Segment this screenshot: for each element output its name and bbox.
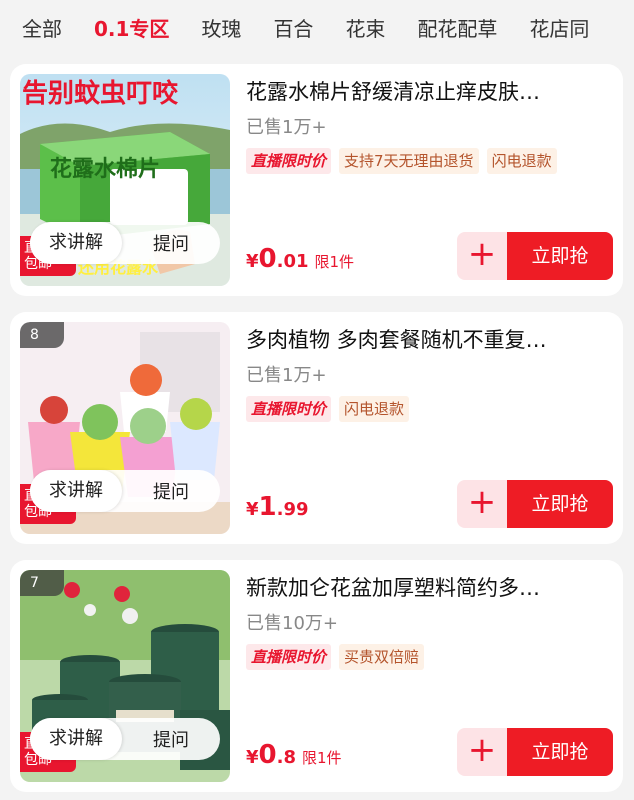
purchase-limit: 限1件 xyxy=(314,253,355,271)
product-card[interactable]: 7 直播 包邮 求讲解 提问 新款加仑花盆加厚塑料简约多… 已售10万+ 直播限… xyxy=(10,560,623,792)
fast-refund-tag: 闪电退款 xyxy=(339,396,410,422)
price: ¥ 0 .01 限1件 xyxy=(246,244,355,274)
product-info: 花露水棉片舒缓清凉止痒皮肤… 已售1万+ 直播限时价 支持7天无理由退货 闪电退… xyxy=(246,76,609,176)
add-to-cart-button[interactable]: + xyxy=(457,728,507,776)
purchase-limit: 限1件 xyxy=(302,749,342,767)
ask-question-button[interactable]: 提问 xyxy=(122,726,220,752)
buy-controls: + 立即抢 xyxy=(457,728,613,776)
product-card[interactable]: 8 直播 包邮 求讲解 提问 多肉植物 多肉套餐随机不重复… 已售1万+ 直播限… xyxy=(10,312,623,544)
rank-badge: 7 xyxy=(20,570,64,596)
add-to-cart-button[interactable]: + xyxy=(457,480,507,528)
tab-bouquet[interactable]: 花束 xyxy=(329,0,401,58)
fast-refund-tag: 闪电退款 xyxy=(486,148,557,174)
tab-lily[interactable]: 百合 xyxy=(257,0,329,58)
live-price-tag: 直播限时价 xyxy=(246,396,332,422)
sold-count: 已售1万+ xyxy=(246,365,327,386)
tab-florist[interactable]: 花店同 xyxy=(513,0,605,58)
tab-0.1-zone[interactable]: 0.1专区 xyxy=(78,0,185,58)
buy-now-button[interactable]: 立即抢 xyxy=(507,480,613,528)
tag-list: 直播限时价 闪电退款 xyxy=(246,396,609,424)
product-card[interactable]: 花露水棉片 告别蚊虫叮咬 还用花露水 直播 包邮 求讲解 提问 花露水棉片舒缓清… xyxy=(10,64,623,296)
ask-explain-pill: 求讲解 提问 xyxy=(30,222,220,264)
rank-badge: 8 xyxy=(20,322,64,348)
ask-question-button[interactable]: 提问 xyxy=(122,478,220,504)
product-title[interactable]: 新款加仑花盆加厚塑料简约多… xyxy=(246,572,606,604)
product-image[interactable]: 7 直播 包邮 求讲解 提问 xyxy=(20,570,230,782)
tab-all[interactable]: 全部 xyxy=(0,0,78,58)
buy-controls: + 立即抢 xyxy=(457,480,613,528)
thumb-banner-text: 告别蚊虫叮咬 xyxy=(22,79,179,109)
buy-controls: + 立即抢 xyxy=(457,232,613,280)
ask-explain-pill: 求讲解 提问 xyxy=(30,470,220,512)
buy-now-button[interactable]: 立即抢 xyxy=(507,728,613,776)
tab-filler-flowers[interactable]: 配花配草 xyxy=(401,0,513,58)
request-explain-button[interactable]: 求讲解 xyxy=(30,222,122,264)
request-explain-button[interactable]: 求讲解 xyxy=(30,470,122,512)
product-title[interactable]: 花露水棉片舒缓清凉止痒皮肤… xyxy=(246,76,606,108)
tab-rose[interactable]: 玫瑰 xyxy=(185,0,257,58)
product-info: 新款加仑花盆加厚塑料简约多… 已售10万+ 直播限时价 买贵双倍赔 xyxy=(246,572,609,672)
request-explain-button[interactable]: 求讲解 xyxy=(30,718,122,760)
live-price-tag: 直播限时价 xyxy=(246,148,332,174)
product-title[interactable]: 多肉植物 多肉套餐随机不重复… xyxy=(246,324,606,356)
price: ¥ 1 .99 xyxy=(246,492,309,522)
ask-question-button[interactable]: 提问 xyxy=(122,230,220,256)
product-info: 多肉植物 多肉套餐随机不重复… 已售1万+ 直播限时价 闪电退款 xyxy=(246,324,609,424)
return-policy-tag: 支持7天无理由退货 xyxy=(339,148,479,174)
add-to-cart-button[interactable]: + xyxy=(457,232,507,280)
sold-count: 已售10万+ xyxy=(246,613,338,634)
category-tabs: 全部 0.1专区 玫瑰 百合 花束 配花配草 花店同 xyxy=(0,0,634,58)
product-image[interactable]: 花露水棉片 告别蚊虫叮咬 还用花露水 直播 包邮 求讲解 提问 xyxy=(20,74,230,286)
ask-explain-pill: 求讲解 提问 xyxy=(30,718,220,760)
tag-list: 直播限时价 支持7天无理由退货 闪电退款 xyxy=(246,148,609,176)
buy-now-button[interactable]: 立即抢 xyxy=(507,232,613,280)
sold-count: 已售1万+ xyxy=(246,117,327,138)
price: ¥ 0 .8 限1件 xyxy=(246,740,342,770)
price-guarantee-tag: 买贵双倍赔 xyxy=(339,644,425,670)
tag-list: 直播限时价 买贵双倍赔 xyxy=(246,644,609,672)
svg-text:花露水棉片: 花露水棉片 xyxy=(50,156,160,181)
live-price-tag: 直播限时价 xyxy=(246,644,332,670)
product-image[interactable]: 8 直播 包邮 求讲解 提问 xyxy=(20,322,230,534)
